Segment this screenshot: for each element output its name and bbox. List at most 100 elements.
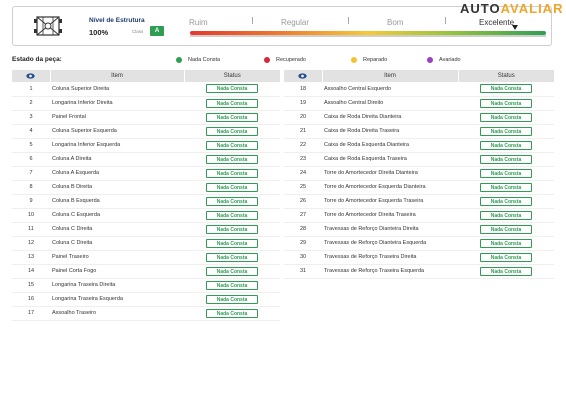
status-badge: Nada Consta [206,182,258,192]
table-row: 24 Torre do Amortecedor Direita Dianteira… [284,166,554,181]
row-status-cell: Nada Consta [184,250,280,265]
row-item-name: Caixa de Roda Esquerda Dianteira [322,138,458,153]
status-badge: Nada Consta [206,266,258,276]
table-row: 28 Travessas de Reforço Dianteira Direita… [284,222,554,237]
structure-level-value: 100% [89,28,109,37]
status-badge: Nada Consta [206,252,258,262]
row-status-cell: Nada Consta [458,82,554,97]
status-badge: Nada Consta [206,308,258,318]
quality-marker-icon [512,25,518,30]
row-status-cell: Nada Consta [458,110,554,125]
legend-avariado: Avariado [427,57,461,63]
quality-gradient-track [190,35,546,37]
status-badge: Nada Consta [480,112,532,122]
structure-table-right: Item Status 18 Assoalho Central Esquerdo N… [284,70,554,279]
row-status-cell: Nada Consta [458,152,554,167]
row-status-cell: Nada Consta [184,124,280,139]
table-row: 8 Coluna B Direita Nada Consta [12,180,280,195]
table-row: 27 Torre do Amortecedor Direita Traseira N… [284,208,554,223]
car-chassis-icon [34,16,62,36]
row-number: 7 [12,166,50,181]
table-header-row: Item Status [12,70,280,82]
status-badge: Nada Consta [206,126,258,136]
row-number: 30 [284,250,322,265]
table-row: 30 Travessas de Reforço Traseira Direita N… [284,250,554,265]
table-row: 17 Assoalho Traseiro Nada Consta [12,306,280,321]
row-number: 13 [12,250,50,265]
status-badge: Nada Consta [206,224,258,234]
status-badge: Nada Consta [206,112,258,122]
row-number: 10 [12,208,50,223]
status-badge: Nada Consta [480,224,532,234]
table-row: 4 Coluna Superior Esquerda Nada Consta [12,124,280,139]
view-column-header[interactable] [12,70,50,82]
row-number: 15 [12,278,50,293]
status-badge: Nada Consta [480,210,532,220]
row-item-name: Coluna C Direita [50,222,184,237]
row-number: 9 [12,194,50,209]
row-number: 11 [12,222,50,237]
row-number: 8 [12,180,50,195]
row-number: 20 [284,110,322,125]
row-status-cell: Nada Consta [184,292,280,307]
row-item-name: Painel Frontal [50,110,184,125]
row-item-name: Caixa de Roda Direita Traseira [322,124,458,139]
row-status-cell: Nada Consta [184,278,280,293]
status-badge: Nada Consta [480,140,532,150]
table-row: 18 Assoalho Central Esquerdo Nada Consta [284,82,554,97]
row-item-name: Longarina Inferior Direita [50,96,184,111]
status-badge: Nada Consta [480,168,532,178]
row-status-cell: Nada Consta [458,208,554,223]
row-number: 1 [12,82,50,97]
row-item-name: Torre do Amortecedor Direita Traseira [322,208,458,223]
status-badge: Nada Consta [206,154,258,164]
status-badge: Nada Consta [480,126,532,136]
row-item-name: Travessas de Reforço Dianteira Direita [322,222,458,237]
legend-recuperado: Recuperado [264,57,306,63]
row-number: 3 [12,110,50,125]
view-column-header[interactable] [284,70,322,82]
table-row: 6 Coluna A Direita Nada Consta [12,152,280,167]
row-item-name: Coluna B Esquerda [50,194,184,209]
row-item-name: Longarina Inferior Esquerda [50,138,184,153]
table-row: 9 Coluna B Esquerda Nada Consta [12,194,280,209]
row-number: 6 [12,152,50,167]
row-item-name: Travessas de Reforço Traseira Esquerda [322,264,458,279]
status-badge: Nada Consta [480,266,532,276]
row-item-name: Coluna A Direita [50,152,184,167]
row-item-name: Torre do Amortecedor Esquerda Traseira [322,194,458,209]
row-status-cell: Nada Consta [458,250,554,265]
row-item-name: Travessas de Reforço Dianteira Esquerda [322,236,458,251]
scale-label-regular: Regular [281,18,310,27]
row-item-name: Assoalho Traseiro [50,306,184,321]
table-row: 20 Caixa de Roda Direita Dianteira Nada Co… [284,110,554,125]
table-row: 11 Coluna C Direita Nada Consta [12,222,280,237]
row-item-name: Coluna Superior Esquerda [50,124,184,139]
status-badge: Nada Consta [480,238,532,248]
row-item-name: Coluna C Esquerda [50,208,184,223]
table-row: 21 Caixa de Roda Direita Traseira Nada Con… [284,124,554,139]
status-column-header: Status [183,70,280,82]
row-status-cell: Nada Consta [184,110,280,125]
row-number: 14 [12,264,50,279]
row-status-cell: Nada Consta [458,138,554,153]
status-badge: Nada Consta [206,294,258,304]
row-status-cell: Nada Consta [184,96,280,111]
row-number: 16 [12,292,50,307]
row-number: 24 [284,166,322,181]
table-row: 31 Travessas de Reforço Traseira Esquerda… [284,264,554,279]
purple-dot-icon [427,57,433,63]
green-dot-icon [176,57,182,63]
row-item-name: Coluna A Esquerda [50,166,184,181]
row-status-cell: Nada Consta [458,166,554,181]
row-item-name: Travessas de Reforço Traseira Direita [322,250,458,265]
row-number: 22 [284,138,322,153]
row-item-name: Assoalho Central Direito [322,96,458,111]
row-status-cell: Nada Consta [184,82,280,97]
row-number: 21 [284,124,322,139]
row-number: 2 [12,96,50,111]
status-badge: Nada Consta [480,154,532,164]
legend-nada-consta: Nada Consta [176,57,220,63]
scale-label-bom: Bom [387,18,404,27]
class-label: Class [132,29,144,34]
